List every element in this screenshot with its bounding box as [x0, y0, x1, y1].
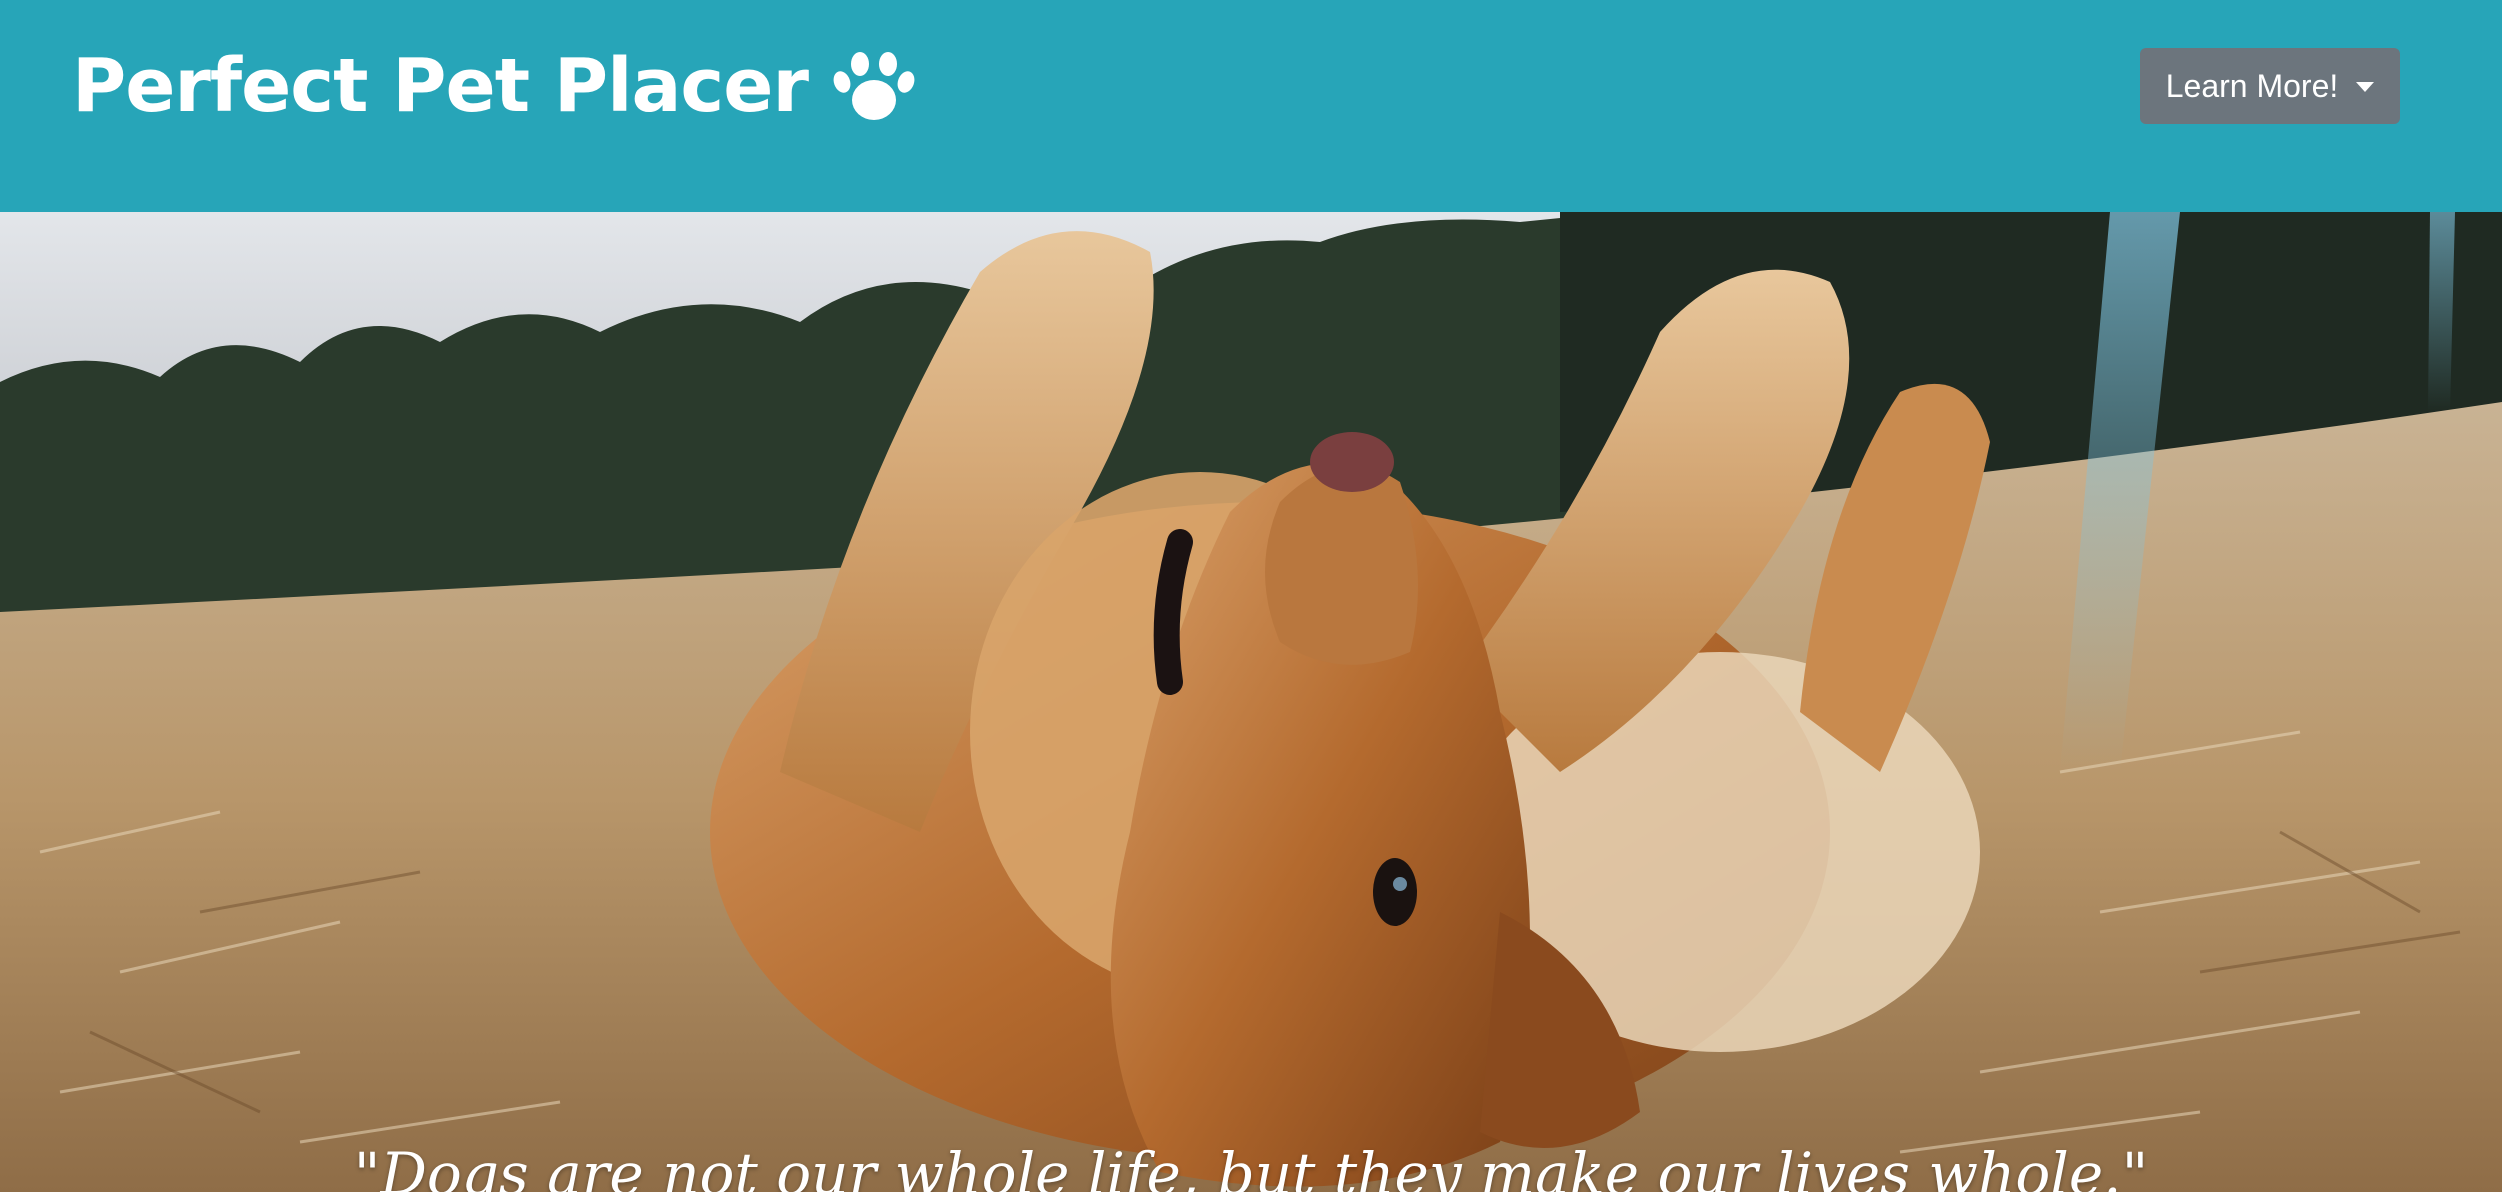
hero-image: "Dogs are not our whole life, but they m…	[0, 212, 2502, 1192]
brand-title: Perfect Pet Placer	[72, 43, 809, 129]
learn-more-dropdown-button[interactable]: Learn More!	[2140, 48, 2400, 124]
caret-down-icon	[2356, 82, 2375, 92]
learn-more-label: Learn More!	[2165, 67, 2339, 104]
brand[interactable]: Perfect Pet Placer	[72, 38, 916, 134]
paw-icon	[832, 48, 916, 124]
navbar: Perfect Pet Placer Learn More!	[0, 0, 2502, 212]
hero-quote: "Dogs are not our whole life, but they m…	[353, 1140, 2149, 1192]
